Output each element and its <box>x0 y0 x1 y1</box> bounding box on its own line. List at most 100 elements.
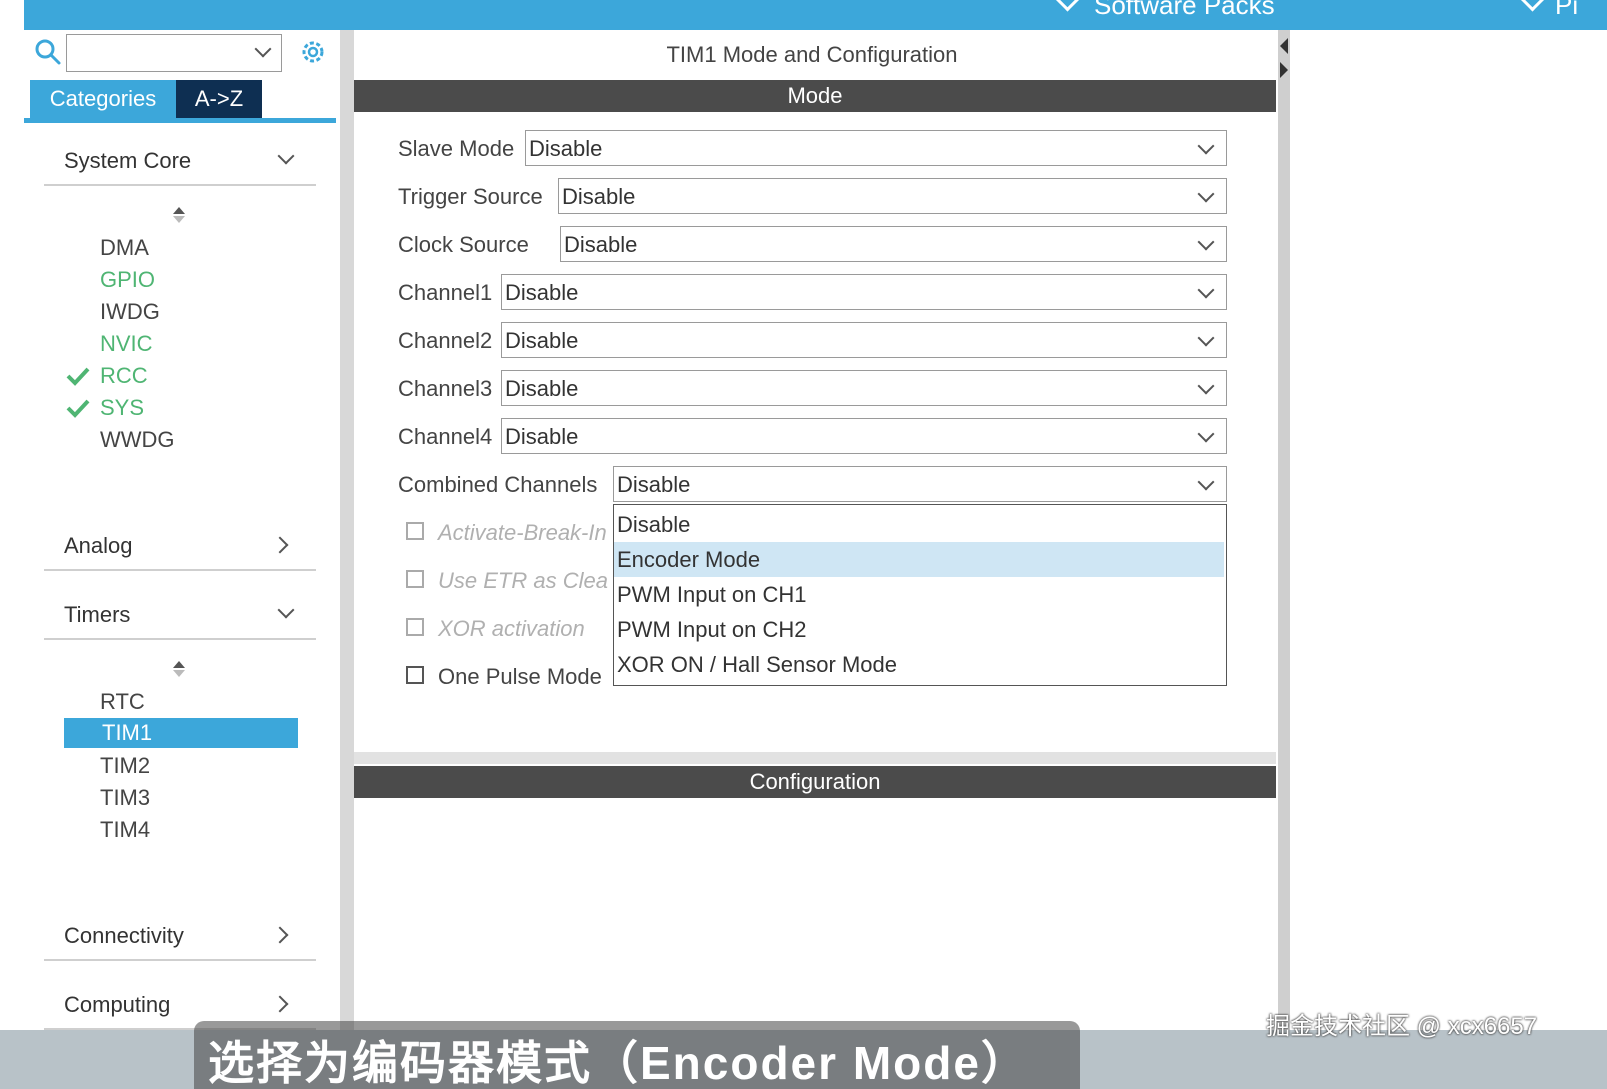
software-packs-label: Software Packs <box>1094 0 1275 20</box>
select-value: Disable <box>505 328 579 353</box>
channel4-select[interactable]: Disable <box>501 418 1227 454</box>
list-item-sys[interactable]: SYS <box>100 393 144 423</box>
clock-source-label: Clock Source <box>398 232 529 257</box>
chevron-down-icon <box>1197 425 1215 443</box>
mode-configuration-panel: TIM1 Mode and Configuration Mode Slave M… <box>354 30 1278 1030</box>
trigger-source-label: Trigger Source <box>398 184 543 209</box>
use-etr-checkbox[interactable] <box>406 570 424 588</box>
channel4-label: Channel4 <box>398 424 493 449</box>
section-connectivity[interactable]: Connectivity <box>44 915 316 961</box>
list-item-iwdg[interactable]: IWDG <box>100 297 160 327</box>
chevron-down-icon <box>1055 0 1080 12</box>
xor-activation-checkbox[interactable] <box>406 618 424 636</box>
select-value: Disable <box>617 472 691 497</box>
combined-channels-select[interactable]: Disable <box>613 466 1227 502</box>
chevron-down-icon <box>1197 137 1215 155</box>
section-divider <box>354 752 1276 764</box>
software-packs-menu[interactable]: Software Packs <box>1055 0 1275 21</box>
list-item-tim1[interactable]: TIM1 <box>64 718 298 748</box>
section-label: Timers <box>64 602 131 627</box>
list-item-nvic[interactable]: NVIC <box>100 329 153 359</box>
chevron-right-icon <box>271 995 289 1013</box>
chevron-down-icon <box>1197 377 1215 395</box>
section-system-core[interactable]: System Core <box>44 140 316 186</box>
channel3-label: Channel3 <box>398 376 493 401</box>
collapse-left-icon[interactable] <box>1280 38 1288 54</box>
pinout-menu[interactable]: Pi <box>1520 0 1579 21</box>
list-item-tim2[interactable]: TIM2 <box>100 751 150 781</box>
section-label: Analog <box>64 533 133 558</box>
channel2-label: Channel2 <box>398 328 493 353</box>
channel1-label: Channel1 <box>398 280 493 305</box>
chevron-down-icon <box>1197 281 1215 299</box>
search-input[interactable] <box>66 34 282 72</box>
categories-panel: Categories A->Z System Core DMA GPIO IWD… <box>24 30 340 1030</box>
list-item-gpio[interactable]: GPIO <box>100 265 155 295</box>
activate-break-checkbox[interactable] <box>406 522 424 540</box>
center-panel-splitter[interactable] <box>1278 30 1290 1030</box>
combined-channels-label: Combined Channels <box>398 472 598 497</box>
section-timers[interactable]: Timers <box>44 594 316 640</box>
one-pulse-mode-label: One Pulse Mode <box>438 664 602 689</box>
trigger-source-select[interactable]: Disable <box>558 178 1227 214</box>
chevron-right-icon <box>271 926 289 944</box>
pinout-view-panel <box>1290 30 1607 1030</box>
mode-section-header: Mode <box>354 80 1276 112</box>
slave-mode-select[interactable]: Disable <box>525 130 1227 166</box>
list-item-tim3[interactable]: TIM3 <box>100 783 150 813</box>
search-icon[interactable] <box>34 38 62 66</box>
dropdown-option-encoder-mode[interactable]: Encoder Mode <box>614 542 1224 577</box>
select-value: Disable <box>505 280 579 305</box>
panel-title: TIM1 Mode and Configuration <box>666 42 958 67</box>
select-value: Disable <box>562 184 636 209</box>
chevron-down-icon <box>1520 0 1545 12</box>
top-menu-bar: Software Packs Pi <box>24 0 1607 30</box>
pinout-label: Pi <box>1555 0 1579 20</box>
list-item-rcc[interactable]: RCC <box>100 361 148 391</box>
one-pulse-mode-checkbox[interactable] <box>406 666 424 684</box>
activate-break-label: Activate-Break-In <box>438 520 607 545</box>
section-label: Connectivity <box>64 923 184 948</box>
channel1-select[interactable]: Disable <box>501 274 1227 310</box>
section-analog[interactable]: Analog <box>44 525 316 571</box>
dropdown-option-pwm-ch2[interactable]: PWM Input on CH2 <box>614 612 1224 647</box>
sort-icon[interactable] <box>172 660 186 678</box>
chevron-down-icon <box>277 601 295 619</box>
check-icon <box>66 367 90 386</box>
select-value: Disable <box>505 424 579 449</box>
dropdown-option-pwm-ch1[interactable]: PWM Input on CH1 <box>614 577 1224 612</box>
use-etr-label: Use ETR as Clea <box>438 568 608 593</box>
chevron-down-icon <box>1197 473 1215 491</box>
select-value: Disable <box>529 136 603 161</box>
select-value: Disable <box>564 232 638 257</box>
clock-source-select[interactable]: Disable <box>560 226 1227 262</box>
channel2-select[interactable]: Disable <box>501 322 1227 358</box>
sort-icon[interactable] <box>172 206 186 224</box>
subtitle-text: 选择为编码器模式（Encoder Mode） <box>208 1037 1029 1089</box>
chevron-down-icon[interactable] <box>254 40 272 58</box>
xor-activation-label: XOR activation <box>438 616 585 641</box>
gear-icon[interactable] <box>299 38 327 66</box>
dropdown-option-xor-hall[interactable]: XOR ON / Hall Sensor Mode <box>614 647 1224 682</box>
slave-mode-label: Slave Mode <box>398 136 515 161</box>
chevron-down-icon <box>1197 329 1215 347</box>
tab-a-z[interactable]: A->Z <box>176 80 262 118</box>
left-panel-splitter[interactable] <box>340 30 354 1030</box>
select-value: Disable <box>505 376 579 401</box>
watermark: 掘金技术社区 @ xcx6657 <box>1266 1013 1538 1040</box>
channel3-select[interactable]: Disable <box>501 370 1227 406</box>
chevron-right-icon <box>271 536 289 554</box>
chevron-down-icon <box>277 147 295 165</box>
chevron-down-icon <box>1197 185 1215 203</box>
list-item-wwdg[interactable]: WWDG <box>100 425 175 455</box>
list-item-rtc[interactable]: RTC <box>100 687 145 717</box>
check-icon <box>66 399 90 418</box>
video-subtitle: 选择为编码器模式（Encoder Mode） <box>194 1021 1080 1089</box>
chevron-down-icon <box>1197 233 1215 251</box>
list-item-tim4[interactable]: TIM4 <box>100 815 150 845</box>
list-item-dma[interactable]: DMA <box>100 233 149 263</box>
dropdown-option-disable[interactable]: Disable <box>614 507 1224 542</box>
configuration-section-header: Configuration <box>354 766 1276 798</box>
tab-categories[interactable]: Categories <box>30 80 176 118</box>
collapse-right-icon[interactable] <box>1280 62 1288 78</box>
